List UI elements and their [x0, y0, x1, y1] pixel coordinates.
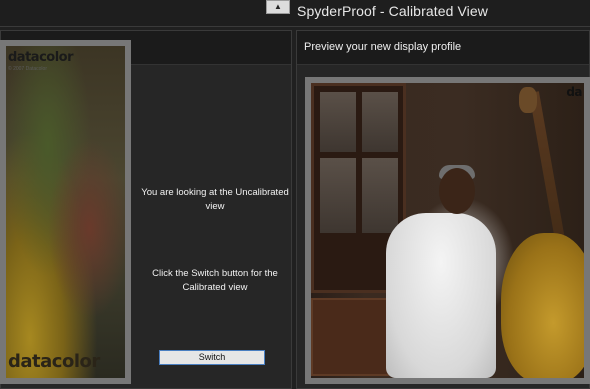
- spyderproof-window: ▲ SpyderProof - Calibrated View datacolo…: [0, 0, 590, 389]
- cabinet-pane: [362, 92, 398, 152]
- calibrated-photo: da: [311, 83, 584, 378]
- datacolor-logo-right: da: [566, 85, 582, 99]
- datacolor-logo: datacolor: [8, 50, 74, 65]
- bass-scroll: [519, 87, 537, 113]
- window-title: SpyderProof - Calibrated View: [297, 3, 488, 19]
- person-figure: [386, 213, 496, 378]
- person-head: [439, 168, 475, 214]
- collapse-button[interactable]: ▲: [266, 0, 290, 14]
- datacolor-logo-bottom: datacolor: [8, 351, 100, 372]
- title-bar: ▲ SpyderProof - Calibrated View: [0, 0, 590, 27]
- cabinet-pane: [362, 158, 398, 233]
- uncalibrated-photo: datacolor © 2007 Datacolor datacolor: [6, 46, 125, 378]
- cabinet-pane: [320, 158, 356, 233]
- double-bass: [501, 233, 584, 378]
- photo-copyright: © 2007 Datacolor: [8, 66, 47, 72]
- cabinet-pane: [320, 92, 356, 152]
- switch-button[interactable]: Switch: [159, 350, 265, 365]
- switch-instruction: Click the Switch button for the Calibrat…: [152, 268, 278, 293]
- right-panel-header: Preview your new display profile: [297, 31, 589, 65]
- uncalibrated-photo-frame: datacolor © 2007 Datacolor datacolor: [0, 40, 131, 384]
- uncalibrated-message: You are looking at the Uncalibrated view: [141, 187, 289, 212]
- calibrated-photo-frame: da: [305, 77, 590, 384]
- preview-header-text: Preview your new display profile: [304, 41, 462, 53]
